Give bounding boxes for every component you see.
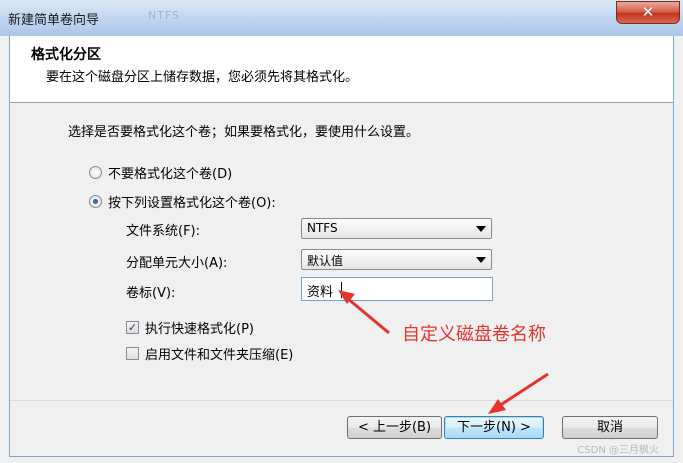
annotation-arrows <box>338 290 549 414</box>
arrow-to-volume-label <box>338 290 390 335</box>
arrow-to-next-button <box>488 372 549 414</box>
